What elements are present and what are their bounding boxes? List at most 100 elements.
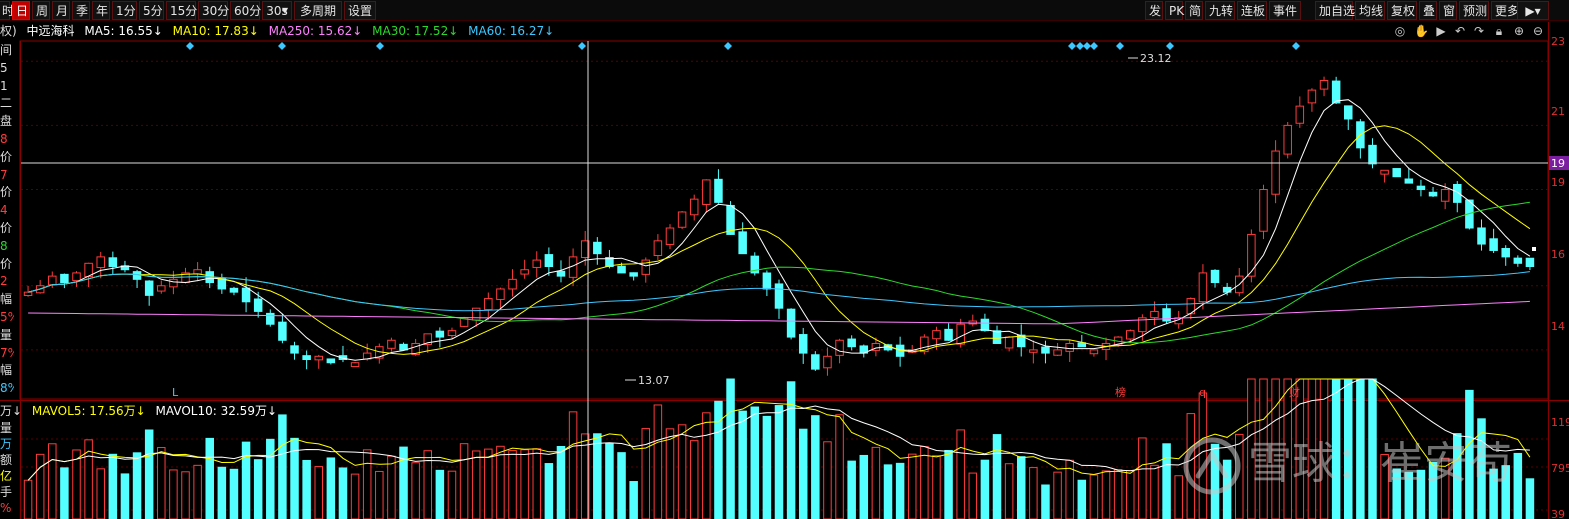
volume-bar: [435, 469, 445, 519]
volume-bar: [1113, 469, 1123, 519]
candle-body: [1319, 79, 1329, 90]
candle-body: [1029, 349, 1038, 353]
candle-body: [665, 227, 675, 245]
candle-body: [48, 275, 57, 286]
candle-body: [266, 312, 275, 325]
volume-bar: [544, 463, 554, 519]
candle-body: [1089, 349, 1099, 355]
volume-bar: [1041, 484, 1050, 519]
price-panel-frame: [19, 40, 1549, 400]
price-axis-label: 16: [1551, 248, 1565, 261]
volume-bar: [520, 449, 529, 519]
candle-body: [72, 272, 81, 282]
volume-bar: [847, 460, 856, 519]
candle-body: [556, 270, 566, 277]
candle-body: [241, 287, 251, 303]
ma30-line: [27, 201, 1530, 344]
candle-body: [1489, 238, 1498, 251]
candle-body: [253, 298, 263, 312]
candle-body: [1477, 227, 1486, 245]
volume-bar: [605, 442, 614, 519]
event-mark-0: L: [172, 386, 179, 399]
signal-diamond: [1068, 42, 1076, 50]
candle-body: [520, 269, 529, 275]
candle-body: [1404, 178, 1414, 184]
volume-bar: [241, 441, 251, 519]
candle-body: [1053, 349, 1062, 356]
volume-bar: [229, 468, 239, 519]
candle-body: [798, 334, 808, 354]
volume-bar: [750, 406, 760, 519]
candle-body: [314, 355, 323, 361]
candle-body: [956, 323, 965, 345]
current-price-label: 19: [1551, 157, 1565, 170]
candle-body: [1198, 272, 1208, 303]
candle-body: [169, 278, 178, 288]
candle-body: [217, 278, 227, 290]
volume-bar: [157, 447, 166, 519]
candle-body: [1392, 168, 1401, 178]
volume-bar: [823, 441, 832, 519]
volume-bar: [302, 459, 311, 519]
candle-body: [399, 343, 408, 351]
event-mark-1: 榜: [1115, 385, 1126, 399]
volume-bar: [120, 473, 130, 519]
candle-body: [60, 273, 69, 284]
candle-body: [1283, 124, 1292, 155]
volume-bar: [702, 412, 711, 519]
volume-bar: [665, 428, 675, 519]
volume-bar: [956, 429, 965, 519]
volume-axis-label: 795: [1551, 462, 1569, 475]
volume-bar: [1016, 456, 1026, 519]
candle-body: [677, 211, 687, 228]
candle-body: [435, 330, 445, 338]
candle-body: [702, 179, 711, 205]
candle-body: [96, 256, 105, 269]
volume-bar: [144, 429, 154, 519]
candle-body: [617, 265, 626, 274]
candle-body: [508, 278, 517, 290]
volume-axis-label: 39: [1551, 508, 1565, 519]
candle-body: [1271, 150, 1280, 195]
volume-bar: [48, 443, 57, 519]
candle-body: [1513, 257, 1523, 264]
volume-bar: [932, 455, 941, 519]
volume-bar: [532, 448, 542, 519]
volume-bar: [641, 428, 651, 519]
volume-bar: [1513, 452, 1523, 519]
candle-body: [944, 328, 953, 341]
volume-bar: [1101, 470, 1111, 519]
candle-body: [1440, 189, 1450, 202]
candle-body: [1247, 233, 1256, 277]
volume-axis-label: 119: [1551, 416, 1569, 429]
volume-bar: [859, 454, 869, 519]
candle-body: [496, 288, 505, 300]
candle-body: [1368, 144, 1377, 165]
volume-bar: [907, 453, 917, 519]
volume-bar: [1077, 479, 1087, 519]
price-axis-label: 14: [1551, 320, 1565, 333]
candle-body: [1344, 105, 1353, 120]
candle-body: [350, 362, 360, 368]
volume-bar: [72, 449, 81, 519]
volume-bar: [132, 452, 142, 519]
candle-body: [1210, 269, 1220, 284]
volume-bar: [253, 459, 263, 519]
volume-bar: [266, 438, 275, 519]
volume-bar: [326, 457, 336, 519]
candle-body: [1295, 105, 1305, 124]
volume-bar: [920, 446, 929, 519]
price-axis-label: 23: [1551, 35, 1565, 48]
volume-bar: [205, 437, 214, 519]
candle-body: [544, 254, 554, 268]
volume-bar: [496, 445, 505, 519]
candle-body: [762, 272, 772, 290]
volume-bar: [217, 466, 227, 519]
signal-diamond: [1166, 42, 1174, 50]
signal-diamond: [1116, 42, 1124, 50]
volume-bar: [447, 470, 457, 519]
candle-body: [786, 308, 796, 338]
volume-bar: [968, 472, 978, 519]
candle-body: [1150, 310, 1159, 319]
volume-bar: [508, 450, 517, 519]
